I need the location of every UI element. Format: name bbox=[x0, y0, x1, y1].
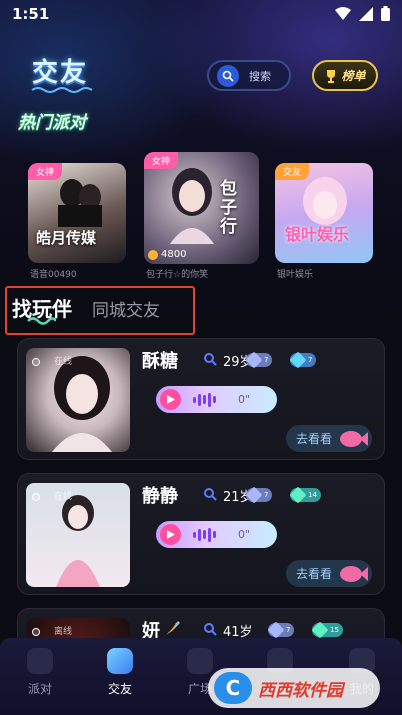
online-status-icon bbox=[32, 628, 40, 636]
fish-icon bbox=[340, 431, 368, 447]
title-squiggle-icon bbox=[31, 87, 93, 93]
battery-icon bbox=[381, 6, 390, 21]
charm-level-badge: 15 bbox=[311, 621, 343, 639]
wealth-level-badge: 7 bbox=[267, 621, 295, 639]
party-card[interactable]: 交友 银叶娱乐 bbox=[275, 163, 373, 263]
diamond-icon bbox=[267, 621, 285, 639]
play-icon[interactable] bbox=[160, 389, 181, 410]
avatar-image bbox=[52, 356, 112, 452]
search-label: 搜索 bbox=[249, 69, 271, 83]
party-icon bbox=[27, 648, 53, 674]
party-name: 语音00490 bbox=[30, 270, 77, 280]
search-icon bbox=[217, 64, 239, 87]
online-status-icon bbox=[32, 493, 40, 501]
signal-icon bbox=[359, 6, 373, 21]
online-label: 离线 bbox=[54, 627, 73, 637]
watermark-text: 西西软件园 bbox=[258, 680, 343, 701]
couple-image bbox=[58, 179, 102, 227]
charm-level-badge: 7 bbox=[289, 351, 317, 369]
viewer-count-value: 4800 bbox=[161, 249, 187, 260]
party-art-text: 包子行 bbox=[220, 179, 237, 237]
tab-underline-icon bbox=[27, 317, 56, 325]
friends-icon bbox=[107, 648, 133, 674]
online-label: 在线 bbox=[54, 357, 73, 367]
party-name: 包子行☆的你笑 bbox=[146, 270, 209, 280]
female-icon bbox=[204, 353, 217, 366]
fish-icon bbox=[340, 566, 368, 582]
play-icon[interactable] bbox=[160, 524, 181, 545]
page-title: 交友 bbox=[32, 58, 89, 88]
wealth-level-badge: 7 bbox=[245, 351, 273, 369]
wealth-level-value: 7 bbox=[286, 626, 291, 634]
voice-duration: 0" bbox=[238, 528, 251, 541]
female-icon bbox=[204, 488, 217, 501]
female-icon bbox=[204, 623, 217, 636]
trophy-icon bbox=[327, 69, 336, 83]
visit-label: 去看看 bbox=[296, 432, 333, 446]
watermark: C 西西软件园 bbox=[208, 668, 380, 708]
wealth-level-value: 7 bbox=[264, 491, 269, 499]
rocket-icon bbox=[166, 621, 180, 635]
charm-level-badge: 14 bbox=[289, 486, 321, 504]
user-name: 静静 bbox=[142, 486, 178, 507]
voice-intro-player[interactable]: 0" bbox=[156, 386, 277, 413]
party-art-text: 银叶娱乐 bbox=[285, 225, 350, 244]
avatar: 在线 bbox=[26, 483, 130, 587]
party-name: 银叶娱乐 bbox=[277, 270, 314, 280]
watermark-logo-icon: C bbox=[214, 672, 252, 704]
charm-level-value: 14 bbox=[308, 491, 317, 499]
party-card[interactable]: 女神 包子行 4800 bbox=[144, 152, 259, 264]
charm-level-value: 15 bbox=[330, 626, 339, 634]
voice-duration: 0" bbox=[238, 393, 251, 406]
square-icon bbox=[187, 648, 213, 674]
visit-button[interactable]: 去看看 bbox=[286, 425, 372, 452]
online-status-icon bbox=[32, 358, 40, 366]
gem-icon bbox=[311, 621, 329, 639]
visit-label: 去看看 bbox=[296, 567, 333, 581]
online-label: 在线 bbox=[54, 492, 73, 502]
user-card[interactable]: 在线 静静 21岁 7 14 0" 去看看 bbox=[17, 473, 385, 595]
avatar-image bbox=[56, 495, 100, 587]
nav-item-party[interactable]: 派对 bbox=[10, 648, 70, 697]
status-time: 1:51 bbox=[12, 5, 50, 23]
user-name: 酥糖 bbox=[142, 351, 178, 372]
viewer-icon bbox=[148, 249, 158, 260]
nav-item-friends[interactable]: 交友 bbox=[90, 648, 150, 697]
wifi-icon bbox=[335, 6, 351, 20]
viewer-count: 4800 bbox=[148, 249, 186, 260]
party-art-text: 皓月传媒 bbox=[36, 229, 97, 247]
charm-level-value: 7 bbox=[308, 356, 313, 364]
gem-icon bbox=[289, 486, 307, 504]
user-card[interactable]: 在线 酥糖 29岁 7 7 0" 去看看 bbox=[17, 338, 385, 460]
visit-button[interactable]: 去看看 bbox=[286, 560, 372, 587]
wealth-level-value: 7 bbox=[264, 356, 269, 364]
tab-local-friends[interactable]: 同城交友 bbox=[92, 296, 160, 321]
wealth-level-badge: 7 bbox=[245, 486, 273, 504]
waveform-icon bbox=[193, 527, 216, 542]
rank-label: 榜单 bbox=[341, 69, 366, 83]
nav-label: 交友 bbox=[107, 682, 132, 696]
status-icons bbox=[335, 6, 390, 21]
girl-portrait-image bbox=[170, 168, 214, 244]
rank-button[interactable]: 榜单 bbox=[312, 60, 378, 91]
waveform-icon bbox=[193, 392, 216, 407]
avatar: 在线 bbox=[26, 348, 130, 452]
gem-icon bbox=[289, 351, 307, 369]
party-card[interactable]: 女神 皓月传媒 bbox=[28, 163, 126, 263]
voice-intro-player[interactable]: 0" bbox=[156, 521, 277, 548]
search-button[interactable]: 搜索 bbox=[207, 60, 291, 91]
nav-label: 派对 bbox=[27, 682, 52, 696]
hot-party-title: 热门派对 bbox=[18, 113, 86, 133]
status-bar: 1:51 bbox=[0, 0, 402, 28]
